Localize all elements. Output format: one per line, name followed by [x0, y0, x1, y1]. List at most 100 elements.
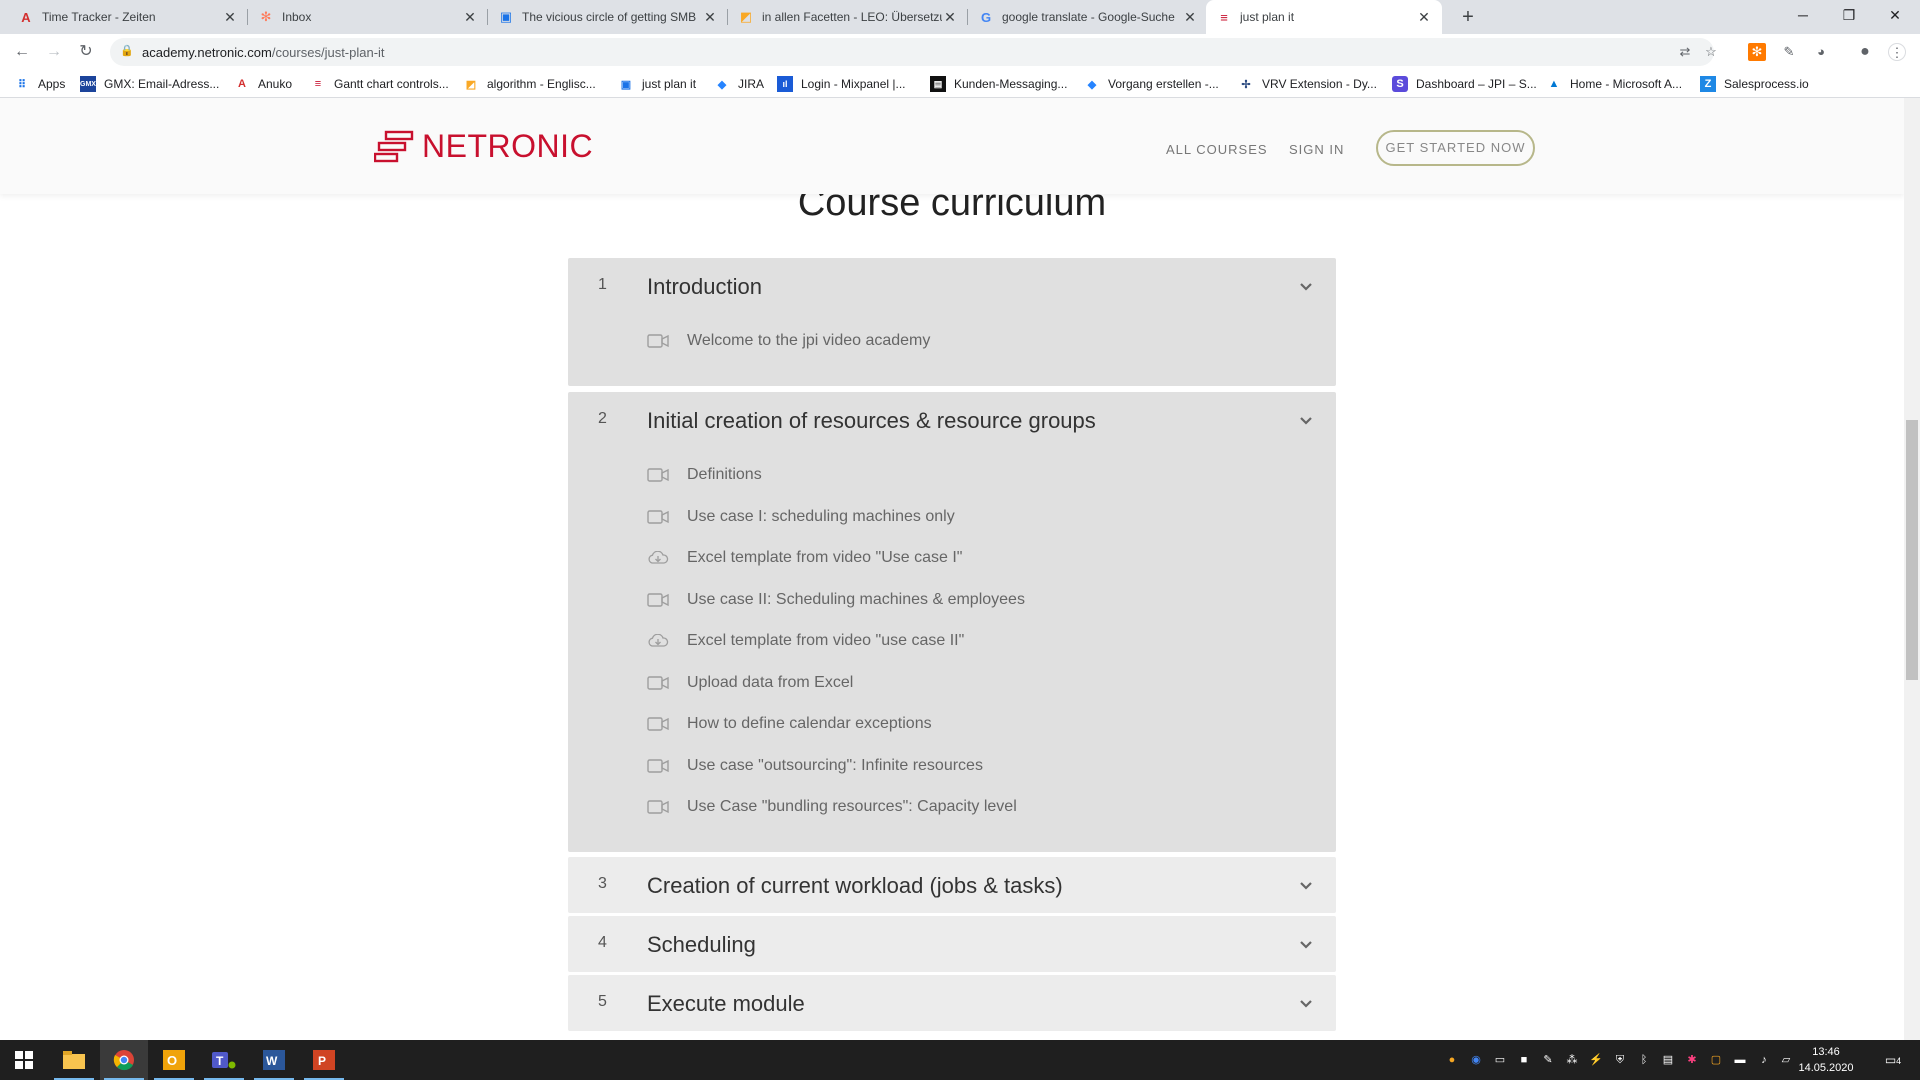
- lesson-item[interactable]: How to define calendar exceptions: [647, 713, 932, 735]
- address-bar[interactable]: 🔒 academy.netronic.com/courses/just-plan…: [110, 38, 1717, 66]
- tray-plug-icon[interactable]: ⚡: [1588, 1052, 1604, 1068]
- bookmark-item[interactable]: ◆ JIRA: [714, 75, 764, 93]
- browser-tab[interactable]: ▣ The vicious circle of getting SMB ✕: [488, 0, 728, 34]
- restore-icon[interactable]: ❐: [1826, 0, 1872, 30]
- bookmark-item[interactable]: ◩ algorithm - Englisc...: [463, 75, 596, 93]
- browser-tab[interactable]: ✻ Inbox ✕: [248, 0, 488, 34]
- section-title[interactable]: Execute module: [647, 991, 805, 1017]
- battery-icon[interactable]: ▬: [1732, 1052, 1748, 1068]
- bookmark-item[interactable]: ≡ Gantt chart controls...: [310, 75, 449, 93]
- lesson-item[interactable]: Use Case "bundling resources": Capacity …: [647, 796, 1017, 818]
- scrollbar-thumb[interactable]: [1906, 420, 1918, 680]
- close-icon[interactable]: ✕: [222, 9, 238, 26]
- lesson-item[interactable]: Use case II: Scheduling machines & emplo…: [647, 589, 1025, 611]
- section-title[interactable]: Creation of current workload (jobs & tas…: [647, 873, 1063, 899]
- bookmark-item[interactable]: A Anuko: [234, 75, 292, 93]
- chevron-down-icon[interactable]: [1298, 278, 1314, 294]
- netronic-logo[interactable]: NETRONIC: [374, 128, 593, 165]
- chevron-down-icon[interactable]: [1298, 995, 1314, 1011]
- notification-center-icon[interactable]: ▭4: [1882, 1052, 1904, 1068]
- windows-start-icon[interactable]: [0, 1040, 48, 1080]
- bookmark-label: Home - Microsoft A...: [1570, 77, 1683, 91]
- close-icon[interactable]: ✕: [942, 9, 958, 26]
- lesson-item[interactable]: Upload data from Excel: [647, 672, 853, 694]
- menu-kebab-icon[interactable]: ⋮: [1888, 43, 1906, 61]
- tray-monitor-icon[interactable]: ▭: [1492, 1052, 1508, 1068]
- star-bookmark-icon[interactable]: ☆: [1702, 43, 1720, 61]
- bookmark-item[interactable]: ▲ Home - Microsoft A...: [1546, 75, 1682, 93]
- translate-icon[interactable]: ⇄: [1676, 43, 1694, 61]
- chevron-down-icon[interactable]: [1298, 877, 1314, 893]
- lesson-item[interactable]: Excel template from video "Use case I": [647, 547, 962, 569]
- minimize-icon[interactable]: ─: [1780, 0, 1826, 30]
- salesprocess-icon: Z: [1700, 76, 1716, 92]
- volume-icon[interactable]: ♪: [1756, 1052, 1772, 1068]
- chevron-down-icon[interactable]: [1298, 936, 1314, 952]
- back-arrow-icon[interactable]: ←: [10, 40, 34, 64]
- get-started-now-button[interactable]: GET STARTED NOW: [1376, 130, 1535, 166]
- new-tab-plus-icon[interactable]: +: [1456, 5, 1480, 29]
- section-title[interactable]: Introduction: [647, 274, 762, 300]
- bluetooth-icon[interactable]: ᛒ: [1636, 1052, 1652, 1068]
- close-icon[interactable]: ✕: [702, 9, 718, 26]
- section-title[interactable]: Initial creation of resources & resource…: [647, 408, 1096, 434]
- tray-app-icon[interactable]: ●: [1444, 1052, 1460, 1068]
- curriculum-section[interactable]: 2 Initial creation of resources & resourc…: [568, 392, 1336, 852]
- forward-arrow-icon[interactable]: →: [42, 40, 66, 64]
- nav-sign-in-link[interactable]: SIGN IN: [1289, 142, 1344, 157]
- network-wifi-icon[interactable]: ▱: [1778, 1052, 1794, 1068]
- lesson-item[interactable]: Excel template from video "use case II": [647, 630, 964, 652]
- chevron-down-icon[interactable]: [1298, 412, 1314, 428]
- curriculum-section[interactable]: 3 Creation of current workload (jobs & ta…: [568, 857, 1336, 913]
- taskbar-clock[interactable]: 13:46 14.05.2020: [1796, 1044, 1856, 1076]
- close-icon[interactable]: ✕: [1416, 9, 1432, 26]
- extension-hubspot-icon[interactable]: ✻: [1748, 43, 1766, 61]
- acrobat-icon: A: [238, 78, 246, 90]
- tray-network-icon[interactable]: ⁂: [1564, 1052, 1580, 1068]
- curriculum-section[interactable]: 5 Execute module: [568, 975, 1336, 1031]
- tray-extension-icon[interactable]: ✱: [1684, 1052, 1700, 1068]
- tray-note-icon[interactable]: ▢: [1708, 1052, 1724, 1068]
- extension-tool-icon[interactable]: ✎: [1780, 43, 1798, 61]
- tray-shield-icon[interactable]: ⛨: [1612, 1052, 1628, 1068]
- chrome-icon[interactable]: [100, 1040, 148, 1080]
- close-icon[interactable]: ✕: [462, 9, 478, 26]
- browser-tab[interactable]: G google translate - Google-Suche ✕: [968, 0, 1208, 34]
- curriculum-section[interactable]: 4 Scheduling: [568, 916, 1336, 972]
- bookmark-item[interactable]: Z Salesprocess.io: [1700, 75, 1809, 93]
- section-title[interactable]: Scheduling: [647, 932, 756, 958]
- bookmark-item[interactable]: ⠿ Apps: [14, 75, 65, 93]
- tray-chrome-icon[interactable]: ◉: [1468, 1052, 1484, 1068]
- browser-tab-active[interactable]: ≡ just plan it ✕: [1206, 0, 1442, 34]
- window-close-icon[interactable]: ✕: [1872, 0, 1918, 30]
- lesson-item[interactable]: Use case I: scheduling machines only: [647, 506, 955, 528]
- extension-circle-icon[interactable]: ◕: [1812, 43, 1830, 61]
- bookmark-item[interactable]: ▤ Kunden-Messaging...: [930, 75, 1067, 93]
- bookmark-item[interactable]: S Dashboard – JPI – S...: [1392, 75, 1537, 93]
- reload-icon[interactable]: ↻: [74, 40, 98, 64]
- tray-square-icon[interactable]: ■: [1516, 1052, 1532, 1068]
- browser-tab[interactable]: A Time Tracker - Zeiten ✕: [8, 0, 248, 34]
- word-icon[interactable]: W: [250, 1040, 298, 1080]
- curriculum-section[interactable]: 1 Introduction Welcome to the jpi video ac…: [568, 258, 1336, 386]
- tray-display-icon[interactable]: ▤: [1660, 1052, 1676, 1068]
- file-explorer-icon[interactable]: [50, 1040, 98, 1080]
- tray-tool-icon[interactable]: ✎: [1540, 1052, 1556, 1068]
- close-icon[interactable]: ✕: [1182, 9, 1198, 26]
- browser-tab[interactable]: ◩ in allen Facetten - LEO: Übersetzu ✕: [728, 0, 968, 34]
- lesson-item[interactable]: Definitions: [647, 464, 762, 486]
- nav-all-courses-link[interactable]: ALL COURSES: [1166, 142, 1268, 157]
- powerpoint-icon[interactable]: P: [300, 1040, 348, 1080]
- bookmark-item[interactable]: ıl Login - Mixpanel |...: [777, 75, 906, 93]
- lesson-item[interactable]: Welcome to the jpi video academy: [647, 330, 930, 352]
- teams-icon[interactable]: T: [200, 1040, 248, 1080]
- bookmark-item[interactable]: GMX GMX: Email-Adress...: [80, 75, 219, 93]
- s-icon: S: [1392, 76, 1408, 92]
- bookmark-item[interactable]: ✢ VRV Extension - Dy...: [1238, 75, 1377, 93]
- bookmark-item[interactable]: ◆ Vorgang erstellen -...: [1084, 75, 1219, 93]
- bookmark-item[interactable]: ▣ just plan it: [618, 75, 696, 93]
- notification-count: 4: [1896, 1056, 1902, 1066]
- lesson-item[interactable]: Use case "outsourcing": Infinite resourc…: [647, 755, 983, 777]
- outlook-icon[interactable]: O: [150, 1040, 198, 1080]
- profile-avatar-icon[interactable]: ●: [1856, 43, 1874, 61]
